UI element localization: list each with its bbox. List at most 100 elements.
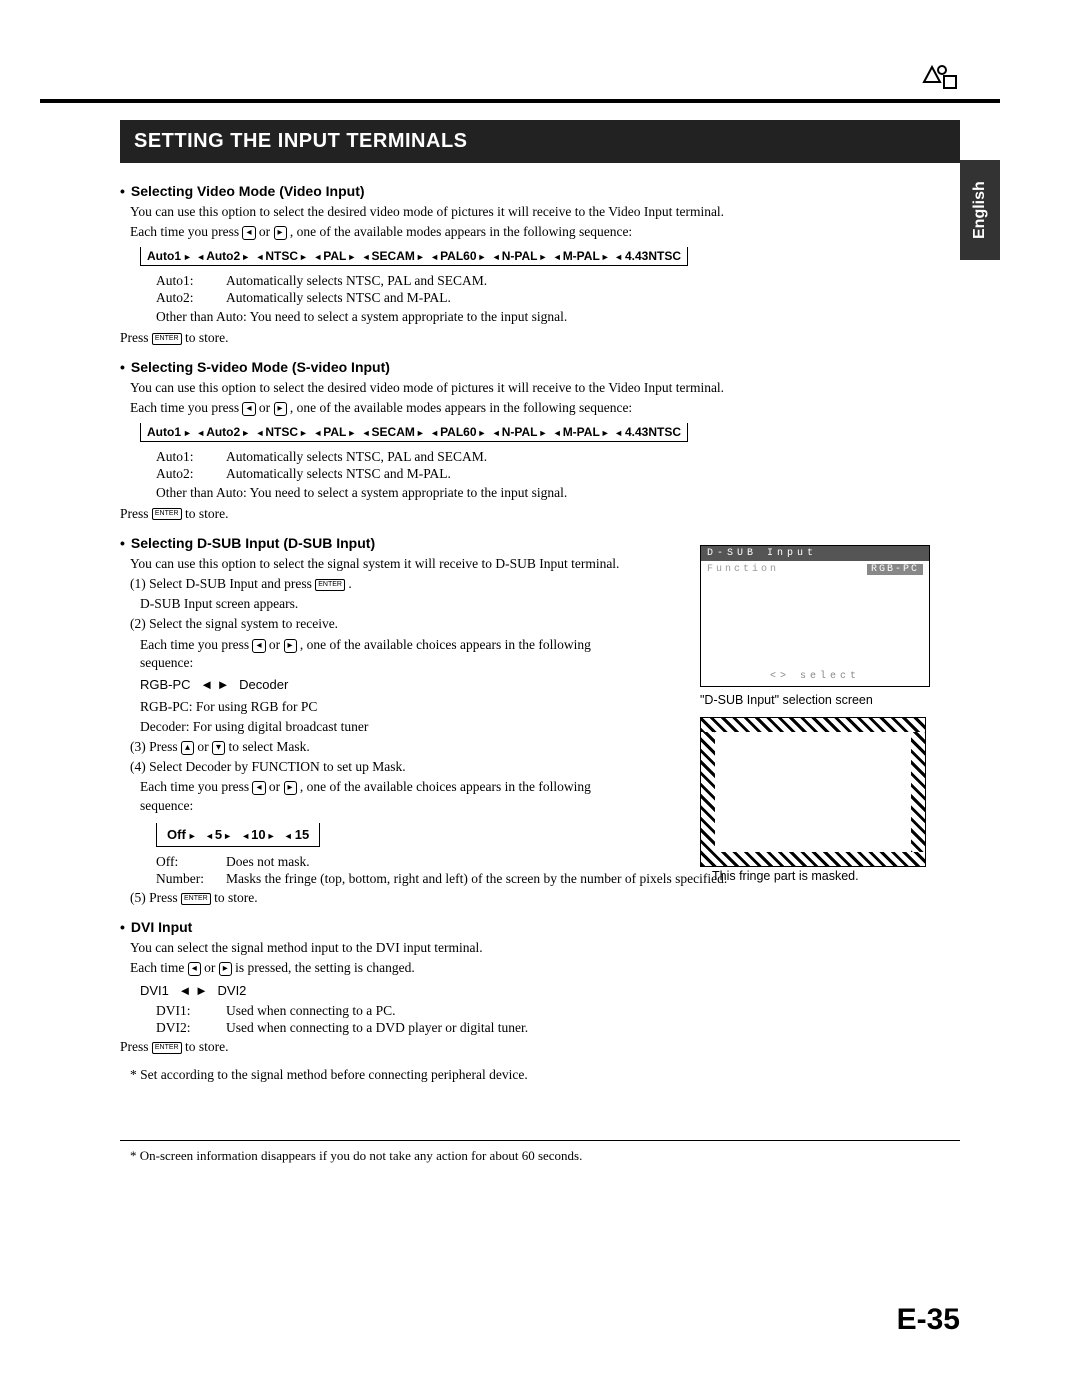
- right-column: D-SUB Input Function RGB-PC <> select "D…: [700, 545, 930, 883]
- osd-val: RGB-PC: [867, 564, 923, 575]
- seq-item: M-PAL: [552, 249, 611, 263]
- svideo-desc: You can use this option to select the de…: [130, 379, 960, 397]
- brand-icon: [920, 60, 960, 90]
- text: Each time you press: [140, 637, 252, 652]
- text: Press: [120, 1039, 152, 1054]
- seq-item: N-PAL: [491, 425, 549, 439]
- dsub-step2b: Each time you press ◂ or ▸ , one of the …: [140, 636, 640, 672]
- auto1-def: Auto1:Automatically selects NTSC, PAL an…: [156, 273, 960, 289]
- svideo-sequence: Auto1 Auto2 NTSC PAL SECAM PAL60 N-PAL M…: [140, 423, 688, 442]
- seq-item: Off: [167, 827, 197, 842]
- text: , one of the available modes appears in …: [290, 224, 632, 239]
- seq-item: 4.43NTSC: [614, 425, 681, 439]
- mask-sequence: Off 5 10 15: [156, 823, 320, 847]
- video-mode-desc: You can use this option to select the de…: [130, 203, 960, 221]
- auto2-def: Auto2:Automatically selects NTSC and M-P…: [156, 290, 960, 306]
- video-mode-heading: Selecting Video Mode (Video Input): [120, 183, 960, 199]
- left-arrow-button-icon: ◂: [252, 639, 265, 653]
- text: Press: [120, 330, 152, 345]
- enter-button-icon: ENTER: [181, 893, 211, 905]
- seq-item: 4.43NTSC: [614, 249, 681, 263]
- auto1-def: Auto1:Automatically selects NTSC, PAL an…: [156, 449, 960, 465]
- text: or: [269, 779, 284, 794]
- osd-hint: <> select: [701, 671, 929, 682]
- text: is pressed, the setting is changed.: [235, 960, 415, 975]
- text: (3) Press: [130, 739, 181, 754]
- seq-item: Decoder: [239, 677, 288, 692]
- text: to store.: [214, 890, 258, 905]
- text: Each time: [130, 960, 188, 975]
- enter-button-icon: ENTER: [315, 579, 345, 591]
- osd-func: Function: [707, 564, 779, 575]
- bottom-rule: [120, 1140, 960, 1141]
- seq-item: PAL: [312, 425, 357, 439]
- left-arrow-button-icon: ◂: [188, 962, 201, 976]
- right-arrow-button-icon: ▸: [274, 226, 287, 240]
- text: , one of the available modes appears in …: [290, 400, 632, 415]
- seq-item: NTSC: [254, 425, 309, 439]
- text: or: [259, 224, 274, 239]
- other-def: Other than Auto: You need to select a sy…: [156, 484, 960, 502]
- seq-item: PAL60: [429, 425, 487, 439]
- text: to store.: [185, 330, 229, 345]
- seq-item: 5: [204, 827, 233, 842]
- dvi1-def: DVI1:Used when connecting to a PC.: [156, 1003, 960, 1019]
- osd-caption: "D-SUB Input" selection screen: [700, 693, 930, 707]
- footnote: * On-screen information disappears if yo…: [130, 1148, 582, 1164]
- text: (1) Select D-SUB Input and press: [130, 576, 315, 591]
- video-mode-sequence: Auto1 Auto2 NTSC PAL SECAM PAL60 N-PAL M…: [140, 247, 688, 266]
- auto2-def: Auto2:Automatically selects NTSC and M-P…: [156, 466, 960, 482]
- text: to store.: [185, 1039, 229, 1054]
- dvi-store: Press ENTER to store.: [120, 1038, 960, 1056]
- text: Each time you press: [140, 779, 252, 794]
- text: Press: [120, 506, 152, 521]
- dvi-heading: DVI Input: [120, 919, 960, 935]
- text: to store.: [185, 506, 229, 521]
- up-arrow-button-icon: ▴: [181, 741, 194, 755]
- dvi-desc: You can select the signal method input t…: [130, 939, 960, 957]
- seq-item: M-PAL: [552, 425, 611, 439]
- seq-item: Auto1: [147, 249, 192, 263]
- seq-item: DVI2: [218, 983, 247, 998]
- enter-button-icon: ENTER: [152, 333, 182, 345]
- top-rule: [40, 99, 1000, 103]
- other-def: Other than Auto: You need to select a sy…: [156, 308, 960, 326]
- right-arrow-button-icon: ▸: [284, 781, 297, 795]
- seq-item: N-PAL: [491, 249, 549, 263]
- dvi2-def: DVI2:Used when connecting to a DVD playe…: [156, 1020, 960, 1036]
- fringe-caption: This fringe part is masked.: [712, 869, 930, 883]
- text: (5) Press: [130, 890, 181, 905]
- right-arrow-button-icon: ▸: [219, 962, 232, 976]
- dsub-desc: You can use this option to select the si…: [130, 555, 650, 573]
- seq-item: Auto2: [195, 425, 251, 439]
- dsub-step4b: Each time you press ◂ or ▸ , one of the …: [140, 778, 640, 814]
- right-arrow-button-icon: ▸: [284, 639, 297, 653]
- seq-item: SECAM: [361, 249, 426, 263]
- seq-item: DVI1: [140, 983, 169, 998]
- page-number: E-35: [897, 1303, 960, 1337]
- left-arrow-button-icon: ◂: [252, 781, 265, 795]
- seq-item: 15: [284, 827, 309, 842]
- seq-item: NTSC: [254, 249, 309, 263]
- osd-screen: D-SUB Input Function RGB-PC <> select: [700, 545, 930, 687]
- seq-item: Auto1: [147, 425, 192, 439]
- osd-title: D-SUB Input: [701, 546, 929, 561]
- video-store: Press ENTER to store.: [120, 329, 960, 347]
- osd-row: Function RGB-PC: [701, 564, 929, 575]
- seq-item: 10: [240, 827, 276, 842]
- svideo-store: Press ENTER to store.: [120, 505, 960, 523]
- seq-item: Auto2: [195, 249, 251, 263]
- text: Each time you press: [130, 400, 242, 415]
- seq-item: SECAM: [361, 425, 426, 439]
- text: .: [348, 576, 351, 591]
- dvi-press: Each time ◂ or ▸ is pressed, the setting…: [130, 959, 960, 977]
- seq-item: PAL60: [429, 249, 487, 263]
- text: to select Mask.: [228, 739, 309, 754]
- dvi-seq: DVI1 ◄ ► DVI2: [140, 982, 960, 1000]
- seq-item: RGB-PC: [140, 677, 191, 692]
- right-arrow-button-icon: ▸: [274, 402, 287, 416]
- video-mode-press: Each time you press ◂ or ▸ , one of the …: [130, 223, 960, 241]
- seq-item: PAL: [312, 249, 357, 263]
- text: or: [204, 960, 219, 975]
- dvi-note: * Set according to the signal method bef…: [130, 1066, 960, 1084]
